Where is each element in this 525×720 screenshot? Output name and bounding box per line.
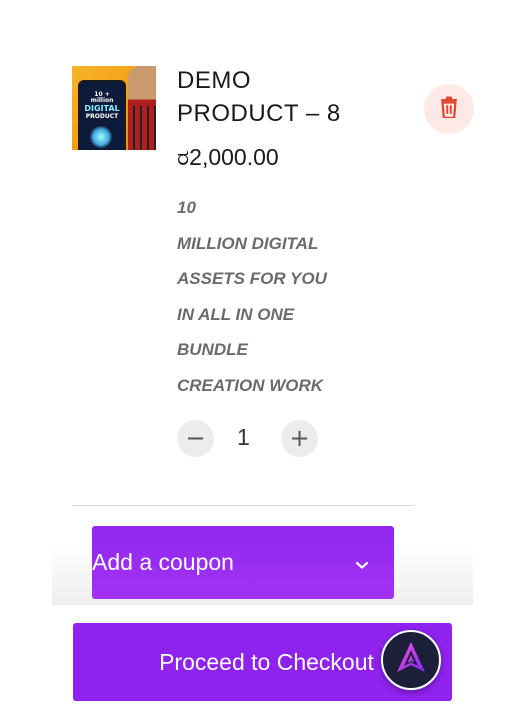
description-line: BUNDLE	[177, 340, 248, 359]
floating-action-button[interactable]	[381, 630, 441, 690]
description-line: ASSETS FOR YOU	[177, 269, 327, 288]
thumbnail-phone-graphic: 10 + million DIGITAL PRODUCT	[78, 80, 126, 150]
product-price: ರ2,000.00	[177, 144, 279, 170]
description-line: 10	[177, 198, 196, 217]
chevron-down-icon	[354, 549, 370, 576]
product-description: 10 MILLION DIGITAL ASSETS FOR YOU IN ALL…	[177, 190, 387, 403]
product-title-line2: PRODUCT – 8	[177, 100, 341, 127]
product-title[interactable]: DEMO PRODUCT – 8	[177, 64, 397, 130]
divider	[72, 505, 414, 506]
thumbnail-person	[128, 66, 156, 150]
thumbnail-text: 10 + million DIGITAL PRODUCT	[82, 92, 122, 120]
description-line: CREATION WORK	[177, 375, 324, 395]
rocket-logo-icon	[392, 639, 430, 682]
thumbnail-glow	[90, 126, 112, 148]
increase-quantity-button[interactable]: +	[281, 420, 318, 457]
coupon-label: Add a coupon	[92, 549, 234, 575]
thumbnail-line1: 10 + million	[90, 91, 114, 104]
thumbnail-line3: PRODUCT	[85, 113, 119, 120]
quantity-stepper: − 1 +	[177, 420, 319, 458]
remove-item-button[interactable]	[424, 84, 474, 134]
product-title-line1: DEMO	[177, 67, 251, 94]
cart-item: 10 + million DIGITAL PRODUCT DEMO PRODUC…	[0, 0, 525, 505]
thumbnail-shirt	[128, 106, 156, 150]
description-line: IN ALL IN ONE	[177, 304, 295, 324]
product-thumbnail[interactable]: 10 + million DIGITAL PRODUCT	[72, 66, 156, 150]
decrease-quantity-button[interactable]: −	[177, 420, 214, 457]
thumbnail-line2: DIGITAL	[84, 104, 120, 113]
description-line: MILLION DIGITAL	[177, 233, 319, 253]
trash-icon	[439, 96, 459, 123]
checkout-label: Proceed to Checkout	[159, 648, 374, 675]
coupon-toggle-button[interactable]: Add a coupon	[92, 526, 394, 599]
quantity-value: 1	[237, 424, 250, 450]
